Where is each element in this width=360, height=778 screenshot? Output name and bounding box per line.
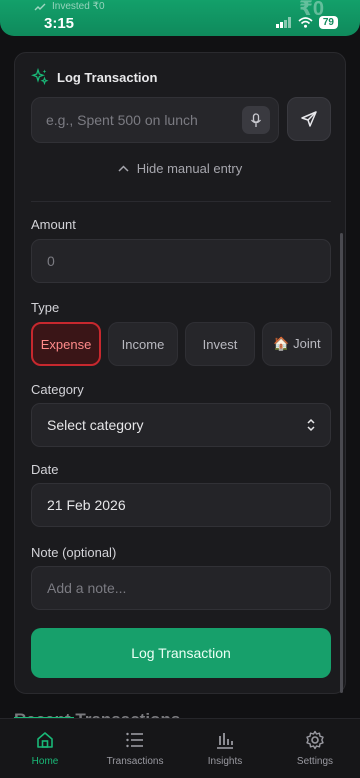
nav-label-transactions: Transactions xyxy=(106,756,164,767)
type-option-invest[interactable]: Invest xyxy=(185,322,255,366)
scrollbar[interactable] xyxy=(340,233,343,693)
card-title: Log Transaction xyxy=(57,69,158,85)
nav-item-settings[interactable]: Settings xyxy=(279,729,351,767)
card-header: Log Transaction xyxy=(31,68,157,86)
section-divider xyxy=(31,201,331,202)
chevron-up-down-icon xyxy=(307,418,315,432)
bar-chart-icon xyxy=(217,733,233,749)
clock: 3:15 xyxy=(44,15,75,32)
log-transaction-card: Log Transaction Hide manual entry Amount… xyxy=(14,52,346,694)
bottom-navigation: Home Transactions Insights Settings xyxy=(0,718,360,778)
type-option-expense[interactable]: Expense xyxy=(31,322,101,366)
type-option-joint[interactable]: 🏠 Joint xyxy=(262,322,332,366)
hide-manual-entry-toggle[interactable]: Hide manual entry xyxy=(15,161,345,176)
nav-item-transactions[interactable]: Transactions xyxy=(99,729,171,767)
quick-entry-input[interactable] xyxy=(46,98,236,142)
date-label: Date xyxy=(31,462,59,477)
nav-label-home: Home xyxy=(31,756,59,767)
note-label: Note (optional) xyxy=(31,545,117,560)
date-value: 21 Feb 2026 xyxy=(47,497,126,513)
status-icons: 79 xyxy=(275,16,338,29)
category-select[interactable]: Select category xyxy=(31,403,331,447)
amount-label: Amount xyxy=(31,217,76,232)
note-placeholder: Add a note... xyxy=(47,580,127,596)
wifi-icon xyxy=(298,17,313,28)
nav-item-home[interactable]: Home xyxy=(9,729,81,767)
amount-value: 0 xyxy=(47,253,55,269)
send-button[interactable] xyxy=(287,97,331,141)
chevron-up-icon xyxy=(118,165,129,172)
voice-input-button[interactable] xyxy=(242,106,270,134)
category-label: Category xyxy=(31,382,84,397)
send-icon xyxy=(301,111,317,127)
note-input[interactable]: Add a note... xyxy=(31,566,331,610)
nav-item-insights[interactable]: Insights xyxy=(189,729,261,767)
category-value: Select category xyxy=(47,417,144,433)
battery-indicator: 79 xyxy=(318,16,338,29)
gear-icon xyxy=(306,730,324,750)
header-peek-text: Invested ₹0 xyxy=(34,1,105,12)
quick-entry-box[interactable] xyxy=(31,97,279,143)
type-selector: Expense Income Invest 🏠 Joint xyxy=(31,322,332,366)
sparkles-icon xyxy=(31,68,49,86)
microphone-icon xyxy=(250,112,262,127)
trend-up-icon xyxy=(34,3,46,10)
nav-label-insights: Insights xyxy=(207,756,243,767)
type-label: Type xyxy=(31,300,60,315)
list-icon xyxy=(126,732,143,748)
type-option-income[interactable]: Income xyxy=(108,322,178,366)
home-icon xyxy=(37,732,53,748)
hide-manual-entry-label: Hide manual entry xyxy=(136,161,243,176)
log-transaction-button[interactable]: Log Transaction xyxy=(31,628,331,678)
nav-label-settings: Settings xyxy=(296,756,334,767)
date-input[interactable]: 21 Feb 2026 xyxy=(31,483,331,527)
amount-input[interactable]: 0 xyxy=(31,239,331,283)
header-peek-label: Invested ₹0 xyxy=(52,1,105,12)
signal-icon xyxy=(275,17,291,28)
status-bar: Invested ₹0 ₹0 3:15 79 xyxy=(0,0,360,36)
